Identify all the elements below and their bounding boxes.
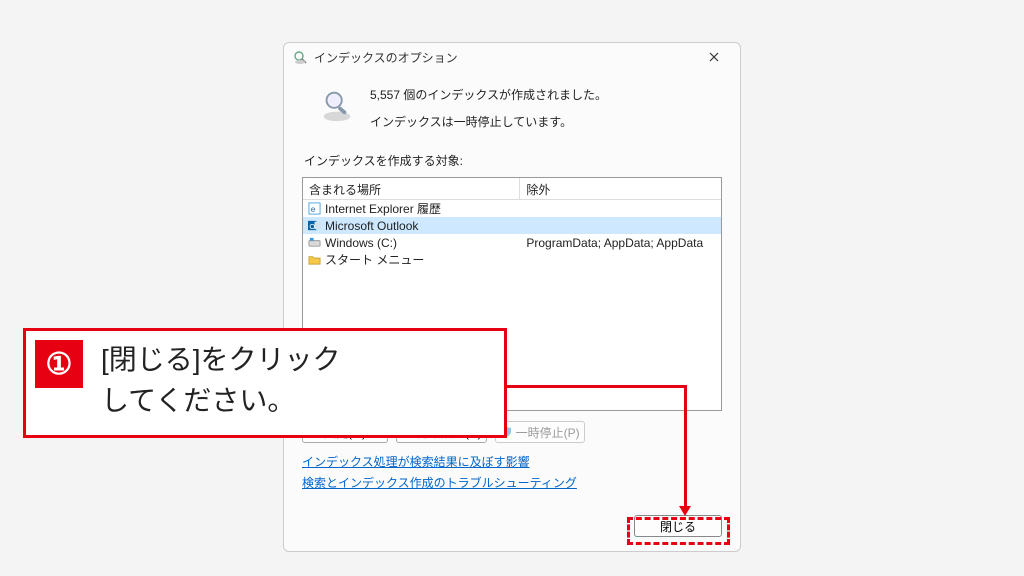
index-count-text: 5,557 個のインデックスが作成されました。 <box>370 86 607 103</box>
row-name: Internet Explorer 履歴 <box>325 200 441 217</box>
list-header: 含まれる場所 除外 <box>303 178 721 200</box>
row-name: Microsoft Outlook <box>325 219 418 233</box>
titlebar-close-button[interactable] <box>696 43 732 71</box>
list-row[interactable]: O Microsoft Outlook <box>303 217 721 234</box>
dialog-content: 5,557 個のインデックスが作成されました。 インデックスは一時停止しています… <box>284 72 740 505</box>
arrow-segment <box>684 385 687 509</box>
list-row[interactable]: e Internet Explorer 履歴 <box>303 200 721 217</box>
drive-icon <box>307 236 321 250</box>
svg-text:O: O <box>309 222 315 231</box>
dialog-title: インデックスのオプション <box>314 49 458 66</box>
outlook-icon: O <box>307 219 321 233</box>
close-button[interactable]: 閉じる <box>634 515 722 537</box>
link-impact[interactable]: インデックス処理が検索結果に及ぼす影響 <box>302 453 722 470</box>
step-number-badge: ① <box>35 340 83 388</box>
help-links: インデックス処理が検索結果に及ぼす影響 検索とインデックス作成のトラブルシューテ… <box>302 453 722 495</box>
column-excluded[interactable]: 除外 <box>520 178 721 199</box>
ie-icon: e <box>307 202 321 216</box>
index-state-text: インデックスは一時停止しています。 <box>370 113 607 130</box>
row-name: スタート メニュー <box>325 251 424 268</box>
titlebar: インデックスのオプション <box>284 43 740 72</box>
locations-label: インデックスを作成する対象: <box>302 152 722 169</box>
column-included[interactable]: 含まれる場所 <box>303 178 520 199</box>
instruction-text: [閉じる]をクリック してください。 <box>101 340 341 421</box>
list-row[interactable]: スタート メニュー <box>303 251 721 268</box>
pause-button-label: 一時停止(P) <box>516 424 580 441</box>
svg-text:e: e <box>310 204 315 214</box>
arrow-head-icon <box>679 506 691 516</box>
pause-button: 一時停止(P) <box>495 421 585 443</box>
indexing-icon <box>292 49 308 65</box>
magnifier-icon <box>318 86 356 124</box>
arrow-segment <box>507 385 685 388</box>
instruction-callout: ① [閉じる]をクリック してください。 <box>23 328 507 438</box>
indexing-options-dialog: インデックスのオプション 5,557 個のインデックスが作成されました。 インデ… <box>283 42 741 552</box>
row-excluded: ProgramData; AppData; AppData <box>520 236 721 250</box>
dialog-footer: 閉じる <box>284 505 740 551</box>
row-name: Windows (C:) <box>325 236 397 250</box>
status-area: 5,557 個のインデックスが作成されました。 インデックスは一時停止しています… <box>302 82 722 148</box>
folder-icon <box>307 253 321 267</box>
list-row[interactable]: Windows (C:) ProgramData; AppData; AppDa… <box>303 234 721 251</box>
link-troubleshoot[interactable]: 検索とインデックス作成のトラブルシューティング <box>302 474 722 491</box>
